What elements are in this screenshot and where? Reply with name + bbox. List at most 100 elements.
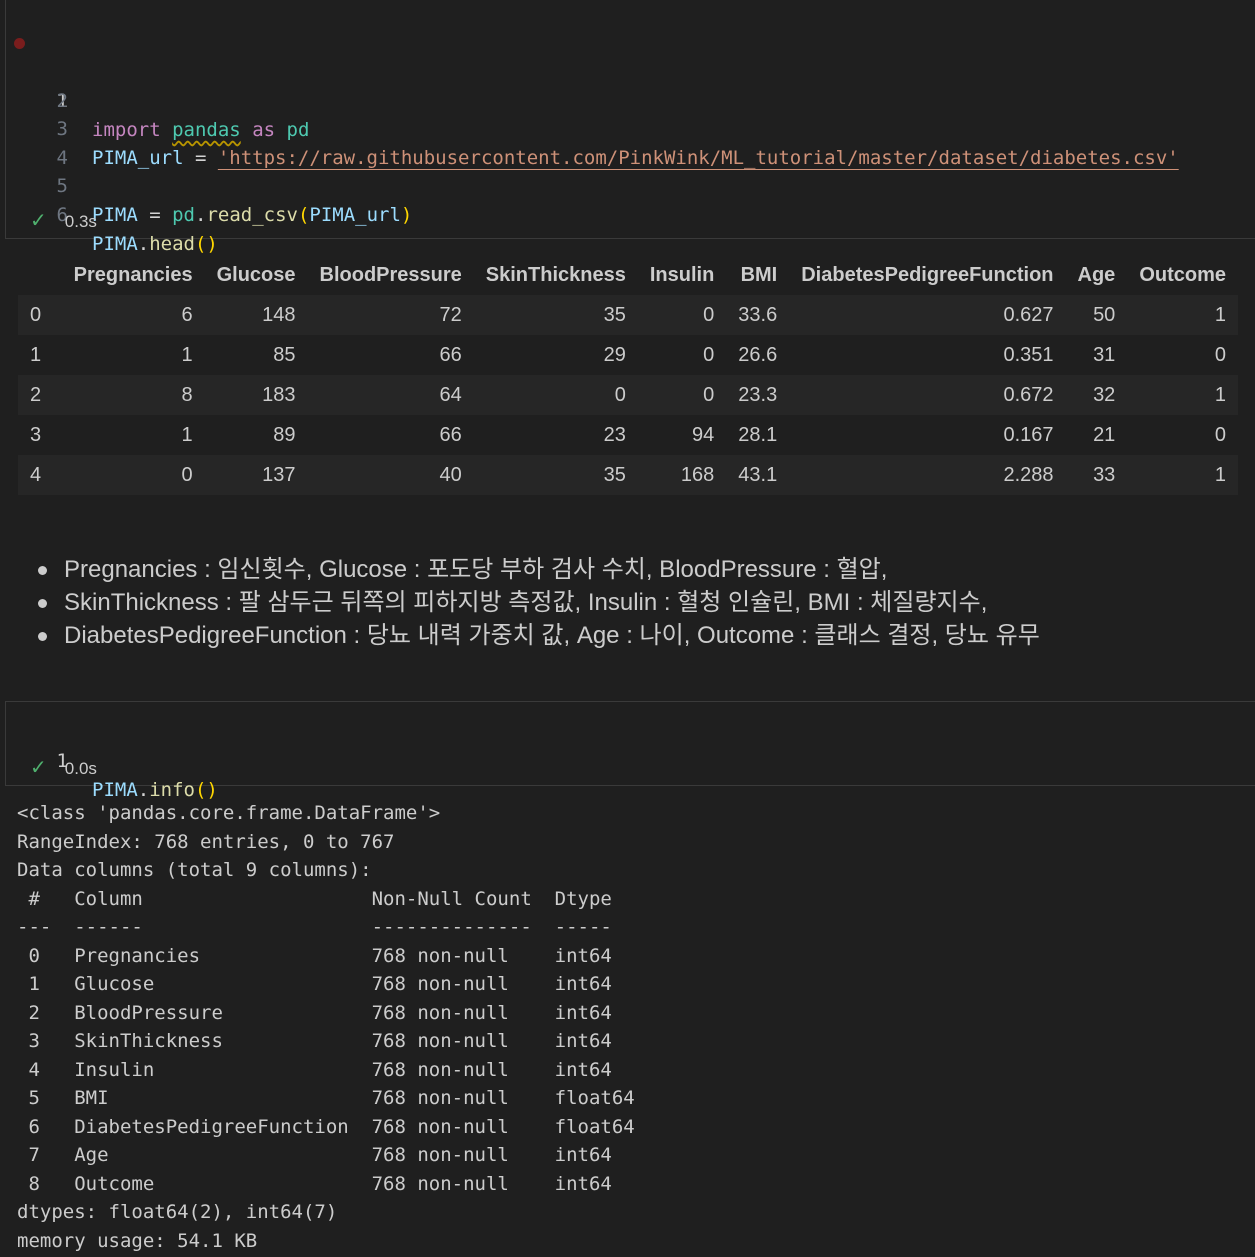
code-line-1[interactable]: 1 import pandas as pd — [6, 29, 1246, 141]
table-cell: 35 — [603, 463, 626, 486]
table-cell: 40 — [439, 463, 462, 486]
code-line-6[interactable]: 6 PIMA.head() — [6, 172, 1246, 255]
table-cell: 26.6 — [738, 343, 778, 366]
table-cell: 6 — [181, 303, 193, 326]
dot: . — [137, 233, 150, 255]
table-cell: 0.672 — [1003, 383, 1054, 406]
code-line-4[interactable]: 4 — [6, 115, 1246, 169]
output-line: 4 Insulin 768 non-null int64 — [17, 1058, 635, 1081]
code-line-5[interactable]: 5 PIMA = pd.read_csv(PIMA_url) — [6, 143, 1246, 226]
breakpoint-icon[interactable] — [14, 38, 25, 49]
output-line: # Column Non-Null Count Dtype — [17, 887, 635, 910]
table-cell: 31 — [1093, 343, 1116, 366]
column-header: BloodPressure — [319, 263, 462, 286]
table-cell: 66 — [439, 423, 462, 446]
info-output: <class 'pandas.core.frame.DataFrame'> Ran… — [17, 799, 635, 1255]
variable-pima: PIMA — [92, 204, 138, 226]
table-cell: 33.6 — [738, 303, 778, 326]
table-cell: 89 — [273, 423, 296, 446]
column-header: DiabetesPedigreeFunction — [801, 263, 1054, 286]
table-cell: 43.1 — [738, 463, 778, 486]
execution-status: ✓ 0.3s — [30, 209, 97, 233]
column-header: Pregnancies — [73, 263, 193, 286]
code-line-2[interactable]: 2 — [6, 58, 1246, 112]
output-line: RangeIndex: 768 entries, 0 to 767 — [17, 830, 395, 853]
table-cell: 2.288 — [1003, 463, 1054, 486]
output-line: 8 Outcome 768 non-null int64 — [17, 1172, 635, 1195]
column-header: Glucose — [216, 263, 296, 286]
dot: . — [194, 204, 207, 226]
table-cell: 94 — [692, 423, 715, 446]
function-head: head — [149, 233, 195, 255]
table-cell: 0 — [703, 343, 715, 366]
output-line: 1 Glucose 768 non-null int64 — [17, 973, 635, 995]
execution-time: 0.3s — [64, 212, 97, 231]
dataframe-table: Pregnancies Glucose BloodPressure SkinTh… — [18, 255, 1238, 495]
execution-status: ✓ 0.0s — [30, 756, 97, 780]
list-item: DiabetesPedigreeFunction : 당뇨 내력 가중치 값, … — [36, 619, 1040, 652]
variable-pima-url: PIMA_url — [309, 204, 401, 226]
operator-assign: = — [137, 204, 173, 226]
output-line: 2 BloodPressure 768 non-null int64 — [17, 1001, 635, 1024]
alias-pd: pd — [172, 204, 195, 226]
table-cell: 0 — [181, 463, 193, 486]
table-cell: 32 — [1093, 383, 1116, 406]
table-cell: 23.3 — [738, 383, 778, 406]
function-read-csv: read_csv — [206, 204, 298, 226]
list-item: SkinThickness : 팔 삼두근 뒤쪽의 피하지방 측정값, Insu… — [36, 586, 1040, 619]
code-line-1[interactable]: 1 PIMA.info() — [6, 718, 1246, 801]
row-index: 4 — [30, 463, 42, 486]
list-item: Pregnancies : 임신횟수, Glucose : 포도당 부하 검사 … — [36, 553, 1040, 586]
table-cell: 1 — [1214, 463, 1226, 486]
table-cell: 0 — [614, 383, 626, 406]
table-cell: 1 — [1214, 303, 1226, 326]
table-cell: 0 — [1214, 423, 1226, 446]
variable-pima: PIMA — [92, 233, 138, 255]
row-index: 3 — [30, 423, 42, 446]
table-cell: 50 — [1093, 303, 1116, 326]
table-cell: 1 — [181, 423, 193, 446]
table-cell: 137 — [262, 463, 296, 486]
row-index: 2 — [30, 383, 42, 406]
table-row: 0 6 148 72 35 0 33.6 0.627 50 1 — [18, 295, 1238, 335]
output-line: <class 'pandas.core.frame.DataFrame'> — [17, 802, 441, 824]
markdown-notes-list: Pregnancies : 임신횟수, Glucose : 포도당 부하 검사 … — [36, 553, 1040, 652]
table-cell: 85 — [273, 343, 296, 366]
table-header-row: Pregnancies Glucose BloodPressure SkinTh… — [18, 255, 1238, 295]
column-header — [18, 255, 62, 295]
table-cell: 66 — [439, 343, 462, 366]
table-cell: 64 — [439, 383, 462, 406]
execution-time: 0.0s — [64, 759, 97, 778]
output-line: dtypes: float64(2), int64(7) — [17, 1201, 338, 1223]
table-row: 2 8 183 64 0 0 23.3 0.672 32 1 — [18, 375, 1238, 415]
table-cell: 72 — [439, 303, 462, 326]
output-line: 7 Age 768 non-null int64 — [17, 1144, 635, 1166]
output-line: memory usage: 54.1 KB — [17, 1229, 258, 1252]
column-header: Age — [1077, 263, 1116, 286]
table-cell: 183 — [262, 383, 296, 406]
output-line: 6 DiabetesPedigreeFunction 768 non-null … — [17, 1115, 635, 1138]
check-icon: ✓ — [30, 210, 47, 232]
parens: () — [194, 233, 218, 255]
code-line-3[interactable]: 3 PIMA_url = 'https://raw.githubusercont… — [6, 86, 1246, 169]
table-cell: 23 — [603, 423, 626, 446]
table-cell: 168 — [680, 463, 715, 486]
table-row: 3 1 89 66 23 94 28.1 0.167 21 0 — [18, 415, 1238, 455]
dot: . — [137, 779, 150, 801]
table-cell: 28.1 — [738, 423, 778, 446]
row-index: 0 — [30, 303, 42, 326]
output-line: --- ------ -------------- ----- — [17, 916, 635, 938]
column-header: BMI — [740, 263, 778, 286]
table-cell: 0.167 — [1003, 423, 1054, 446]
code-cell-1[interactable]: 1 import pandas as pd 2 3 PIMA_url = 'ht… — [5, 0, 1255, 255]
table-cell: 29 — [603, 343, 626, 366]
column-header: SkinThickness — [485, 263, 626, 286]
table-cell: 0.627 — [1003, 303, 1054, 326]
check-icon: ✓ — [30, 757, 47, 779]
output-line: 0 Pregnancies 768 non-null int64 — [17, 944, 635, 967]
output-line: 5 BMI 768 non-null float64 — [17, 1087, 635, 1109]
table-cell: 1 — [1214, 383, 1226, 406]
table-cell: 0 — [703, 383, 715, 406]
row-index: 1 — [30, 343, 42, 366]
code-cell-2[interactable]: 1 PIMA.info() ✓ 0.0s — [5, 701, 1255, 801]
